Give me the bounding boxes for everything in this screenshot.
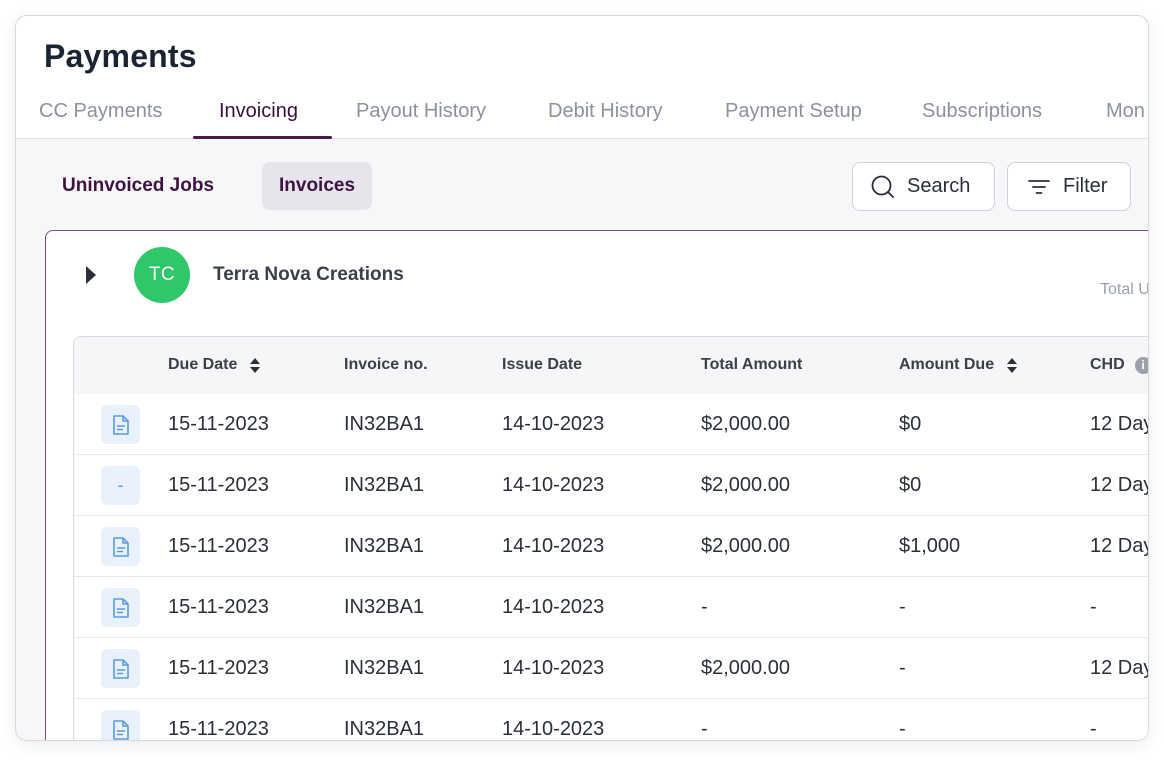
amount-due-cell: -	[899, 596, 906, 618]
column-invoice-no: Invoice no.	[344, 356, 428, 373]
issue-date-cell: 14-10-2023	[502, 535, 605, 557]
tab-debit-history[interactable]: Debit History	[548, 100, 662, 123]
document-icon[interactable]	[101, 649, 140, 688]
due-date-cell: 15-11-2023	[168, 657, 269, 679]
dash-glyph: -	[117, 475, 124, 495]
total-amount-cell: $2,000.00	[701, 413, 790, 435]
chd-cell: -	[1090, 718, 1097, 740]
page-header: Payments CC Payments Invoicing Payout Hi…	[16, 16, 1148, 139]
invoice-no-cell: IN32BA1	[344, 657, 425, 679]
sort-icon[interactable]	[249, 357, 261, 374]
column-chd-label: CHD	[1090, 356, 1125, 373]
column-amount-due-label: Amount Due	[899, 356, 995, 373]
filter-button[interactable]: Filter	[1007, 162, 1131, 211]
due-date-cell: 15-11-2023	[168, 474, 269, 496]
table-row[interactable]: 15-11-2023 IN32BA1 14-10-2023 $2,000.00 $1,0…	[74, 516, 1149, 577]
amount-due-cell: $1,000	[899, 535, 961, 557]
page-title: Payments	[44, 38, 197, 74]
invoice-no-cell: IN32BA1	[344, 413, 425, 435]
total-label: Total U	[1100, 281, 1149, 298]
chd-cell: 12 Day	[1090, 657, 1149, 679]
tab-bar: CC Payments Invoicing Payout History Deb…	[16, 94, 1148, 139]
dash-icon[interactable]: -	[101, 466, 140, 505]
due-date-cell: 15-11-2023	[168, 718, 269, 740]
table-header: Due Date Invoice no. Issue Date Total Am…	[74, 337, 1148, 394]
chd-cell: 12 Day	[1090, 535, 1149, 557]
issue-date-cell: 14-10-2023	[502, 413, 605, 435]
invoice-no-cell: IN32BA1	[344, 596, 425, 618]
due-date-cell: 15-11-2023	[168, 535, 269, 557]
column-total-amount: Total Amount	[701, 356, 803, 373]
sort-icon[interactable]	[1006, 357, 1018, 374]
amount-due-cell: -	[899, 657, 906, 679]
invoice-table: Due Date Invoice no. Issue Date Total Am…	[73, 336, 1149, 740]
amount-due-cell: $0	[899, 474, 922, 496]
invoice-no-cell: IN32BA1	[344, 718, 425, 740]
table-row[interactable]: 15-11-2023 IN32BA1 14-10-2023 - - -	[74, 699, 1148, 740]
tab-subscriptions[interactable]: Subscriptions	[922, 100, 1042, 123]
filter-button-label: Filter	[1063, 175, 1108, 197]
issue-date-cell: 14-10-2023	[502, 596, 605, 618]
amount-due-cell: -	[899, 718, 906, 740]
customer-avatar: TC	[134, 247, 190, 303]
tab-cc-payments[interactable]: CC Payments	[39, 100, 162, 123]
subtab-invoices[interactable]: Invoices	[262, 162, 373, 210]
total-amount-cell: -	[701, 596, 708, 618]
table-row[interactable]: 15-11-2023 IN32BA1 14-10-2023 $2,000.00 $0 12…	[74, 394, 1149, 455]
tab-invoicing[interactable]: Invoicing	[219, 100, 298, 123]
filter-icon	[1028, 179, 1050, 194]
column-chd: CHD i	[1090, 356, 1148, 374]
column-due-date-label: Due Date	[168, 356, 238, 373]
customer-invoice-card: TC Terra Nova Creations Total U Due Date…	[45, 230, 1149, 740]
total-amount-cell: $2,000.00	[701, 474, 790, 496]
tab-payment-setup[interactable]: Payment Setup	[725, 100, 862, 123]
document-icon[interactable]	[101, 405, 140, 444]
customer-name: Terra Nova Creations	[213, 264, 404, 285]
expand-caret-icon[interactable]	[84, 265, 98, 285]
tab-more[interactable]: Mon	[1106, 100, 1145, 123]
chd-cell: -	[1090, 596, 1097, 618]
table-row[interactable]: 15-11-2023 IN32BA1 14-10-2023 - - -	[74, 577, 1148, 638]
chd-cell: 12 Day	[1090, 474, 1149, 496]
total-amount-cell: $2,000.00	[701, 657, 790, 679]
search-button-label: Search	[907, 175, 971, 197]
table-row[interactable]: 15-11-2023 IN32BA1 14-10-2023 $2,000.00 - 12 …	[74, 638, 1149, 699]
document-icon[interactable]	[101, 710, 140, 740]
column-issue-date: Issue Date	[502, 356, 583, 373]
info-icon[interactable]: i	[1134, 356, 1148, 374]
issue-date-cell: 14-10-2023	[502, 657, 605, 679]
total-amount-cell: -	[701, 718, 708, 740]
due-date-cell: 15-11-2023	[168, 596, 269, 618]
payments-window: Payments CC Payments Invoicing Payout Hi…	[15, 15, 1149, 741]
search-button[interactable]: Search	[852, 162, 995, 211]
due-date-cell: 15-11-2023	[168, 413, 269, 435]
invoice-no-cell: IN32BA1	[344, 535, 425, 557]
issue-date-cell: 14-10-2023	[502, 474, 605, 496]
column-due-date[interactable]: Due Date	[168, 356, 261, 374]
tab-payout-history[interactable]: Payout History	[356, 100, 486, 123]
search-icon	[871, 175, 894, 198]
active-tab-indicator	[193, 136, 332, 139]
document-icon[interactable]	[101, 588, 140, 627]
subtab-uninvoiced-jobs[interactable]: Uninvoiced Jobs	[45, 162, 231, 210]
invoice-no-cell: IN32BA1	[344, 474, 425, 496]
column-amount-due[interactable]: Amount Due	[899, 356, 1018, 374]
document-icon[interactable]	[101, 527, 140, 566]
total-amount-cell: $2,000.00	[701, 535, 790, 557]
amount-due-cell: $0	[899, 413, 922, 435]
issue-date-cell: 14-10-2023	[502, 718, 605, 740]
table-row[interactable]: - 15-11-2023 IN32BA1 14-10-2023 $2,000.00 $0 1…	[74, 455, 1149, 516]
chd-cell: 12 Day	[1090, 413, 1149, 435]
